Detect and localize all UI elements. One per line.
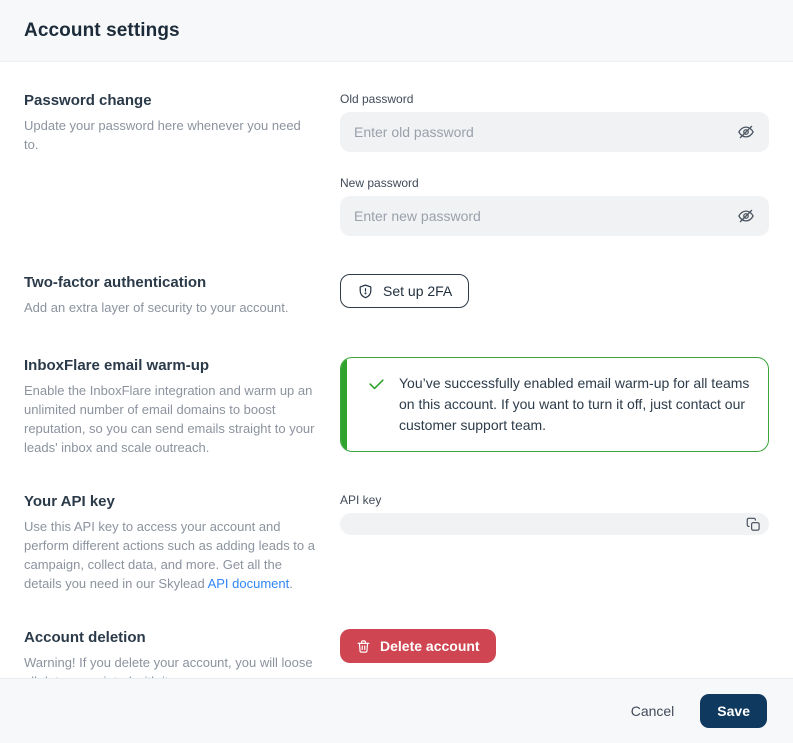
eye-off-icon	[737, 123, 755, 141]
modal-footer: Cancel Save	[0, 678, 793, 743]
warmup-alert-text: You’ve successfully enabled email warm-u…	[399, 373, 750, 436]
save-button[interactable]: Save	[700, 694, 767, 728]
trash-icon	[356, 639, 371, 654]
api-section-title: Your API key	[24, 493, 316, 510]
section-email-warmup: InboxFlare email warm-up Enable the Inbo…	[24, 357, 769, 457]
section-password-change: Password change Update your password her…	[24, 92, 769, 236]
delete-account-label: Delete account	[380, 638, 480, 654]
old-password-label: Old password	[340, 92, 769, 106]
copy-api-key-button[interactable]	[744, 515, 762, 533]
setup-2fa-label: Set up 2FA	[383, 283, 452, 299]
new-password-label: New password	[340, 176, 769, 190]
old-password-group: Old password	[340, 92, 769, 152]
alert-accent-bar	[341, 358, 347, 451]
warmup-section-title: InboxFlare email warm-up	[24, 357, 316, 374]
modal-header: Account settings	[0, 0, 793, 62]
api-key-input[interactable]	[340, 513, 769, 535]
api-document-link[interactable]: API document	[208, 576, 290, 591]
old-password-visibility-toggle[interactable]	[735, 121, 757, 143]
check-icon	[367, 375, 386, 394]
password-section-title: Password change	[24, 92, 316, 109]
deletion-section-title: Account deletion	[24, 629, 316, 646]
copy-icon	[746, 517, 761, 532]
section-account-deletion: Account deletion Warning! If you delete …	[24, 629, 769, 678]
cancel-button[interactable]: Cancel	[631, 703, 675, 719]
new-password-visibility-toggle[interactable]	[735, 205, 757, 227]
api-section-description: Use this API key to access your account …	[24, 517, 316, 593]
eye-off-icon	[737, 207, 755, 225]
twofa-section-description: Add an extra layer of security to your a…	[24, 298, 316, 317]
twofa-section-title: Two-factor authentication	[24, 274, 316, 291]
section-two-factor: Two-factor authentication Add an extra l…	[24, 274, 769, 317]
page-title: Account settings	[24, 20, 180, 42]
deletion-section-description: Warning! If you delete your account, you…	[24, 653, 316, 678]
settings-content: Password change Update your password her…	[0, 62, 793, 678]
api-key-label: API key	[340, 493, 769, 507]
warmup-success-alert: You’ve successfully enabled email warm-u…	[340, 357, 769, 452]
warmup-section-description: Enable the InboxFlare integration and wa…	[24, 381, 316, 457]
old-password-input[interactable]	[340, 112, 769, 152]
new-password-input[interactable]	[340, 196, 769, 236]
delete-account-button[interactable]: Delete account	[340, 629, 496, 663]
new-password-group: New password	[340, 176, 769, 236]
account-settings-modal: Account settings Password change Update …	[0, 0, 793, 743]
password-section-description: Update your password here whenever you n…	[24, 116, 316, 154]
shield-icon	[357, 283, 374, 300]
section-api-key: Your API key Use this API key to access …	[24, 493, 769, 593]
setup-2fa-button[interactable]: Set up 2FA	[340, 274, 469, 308]
